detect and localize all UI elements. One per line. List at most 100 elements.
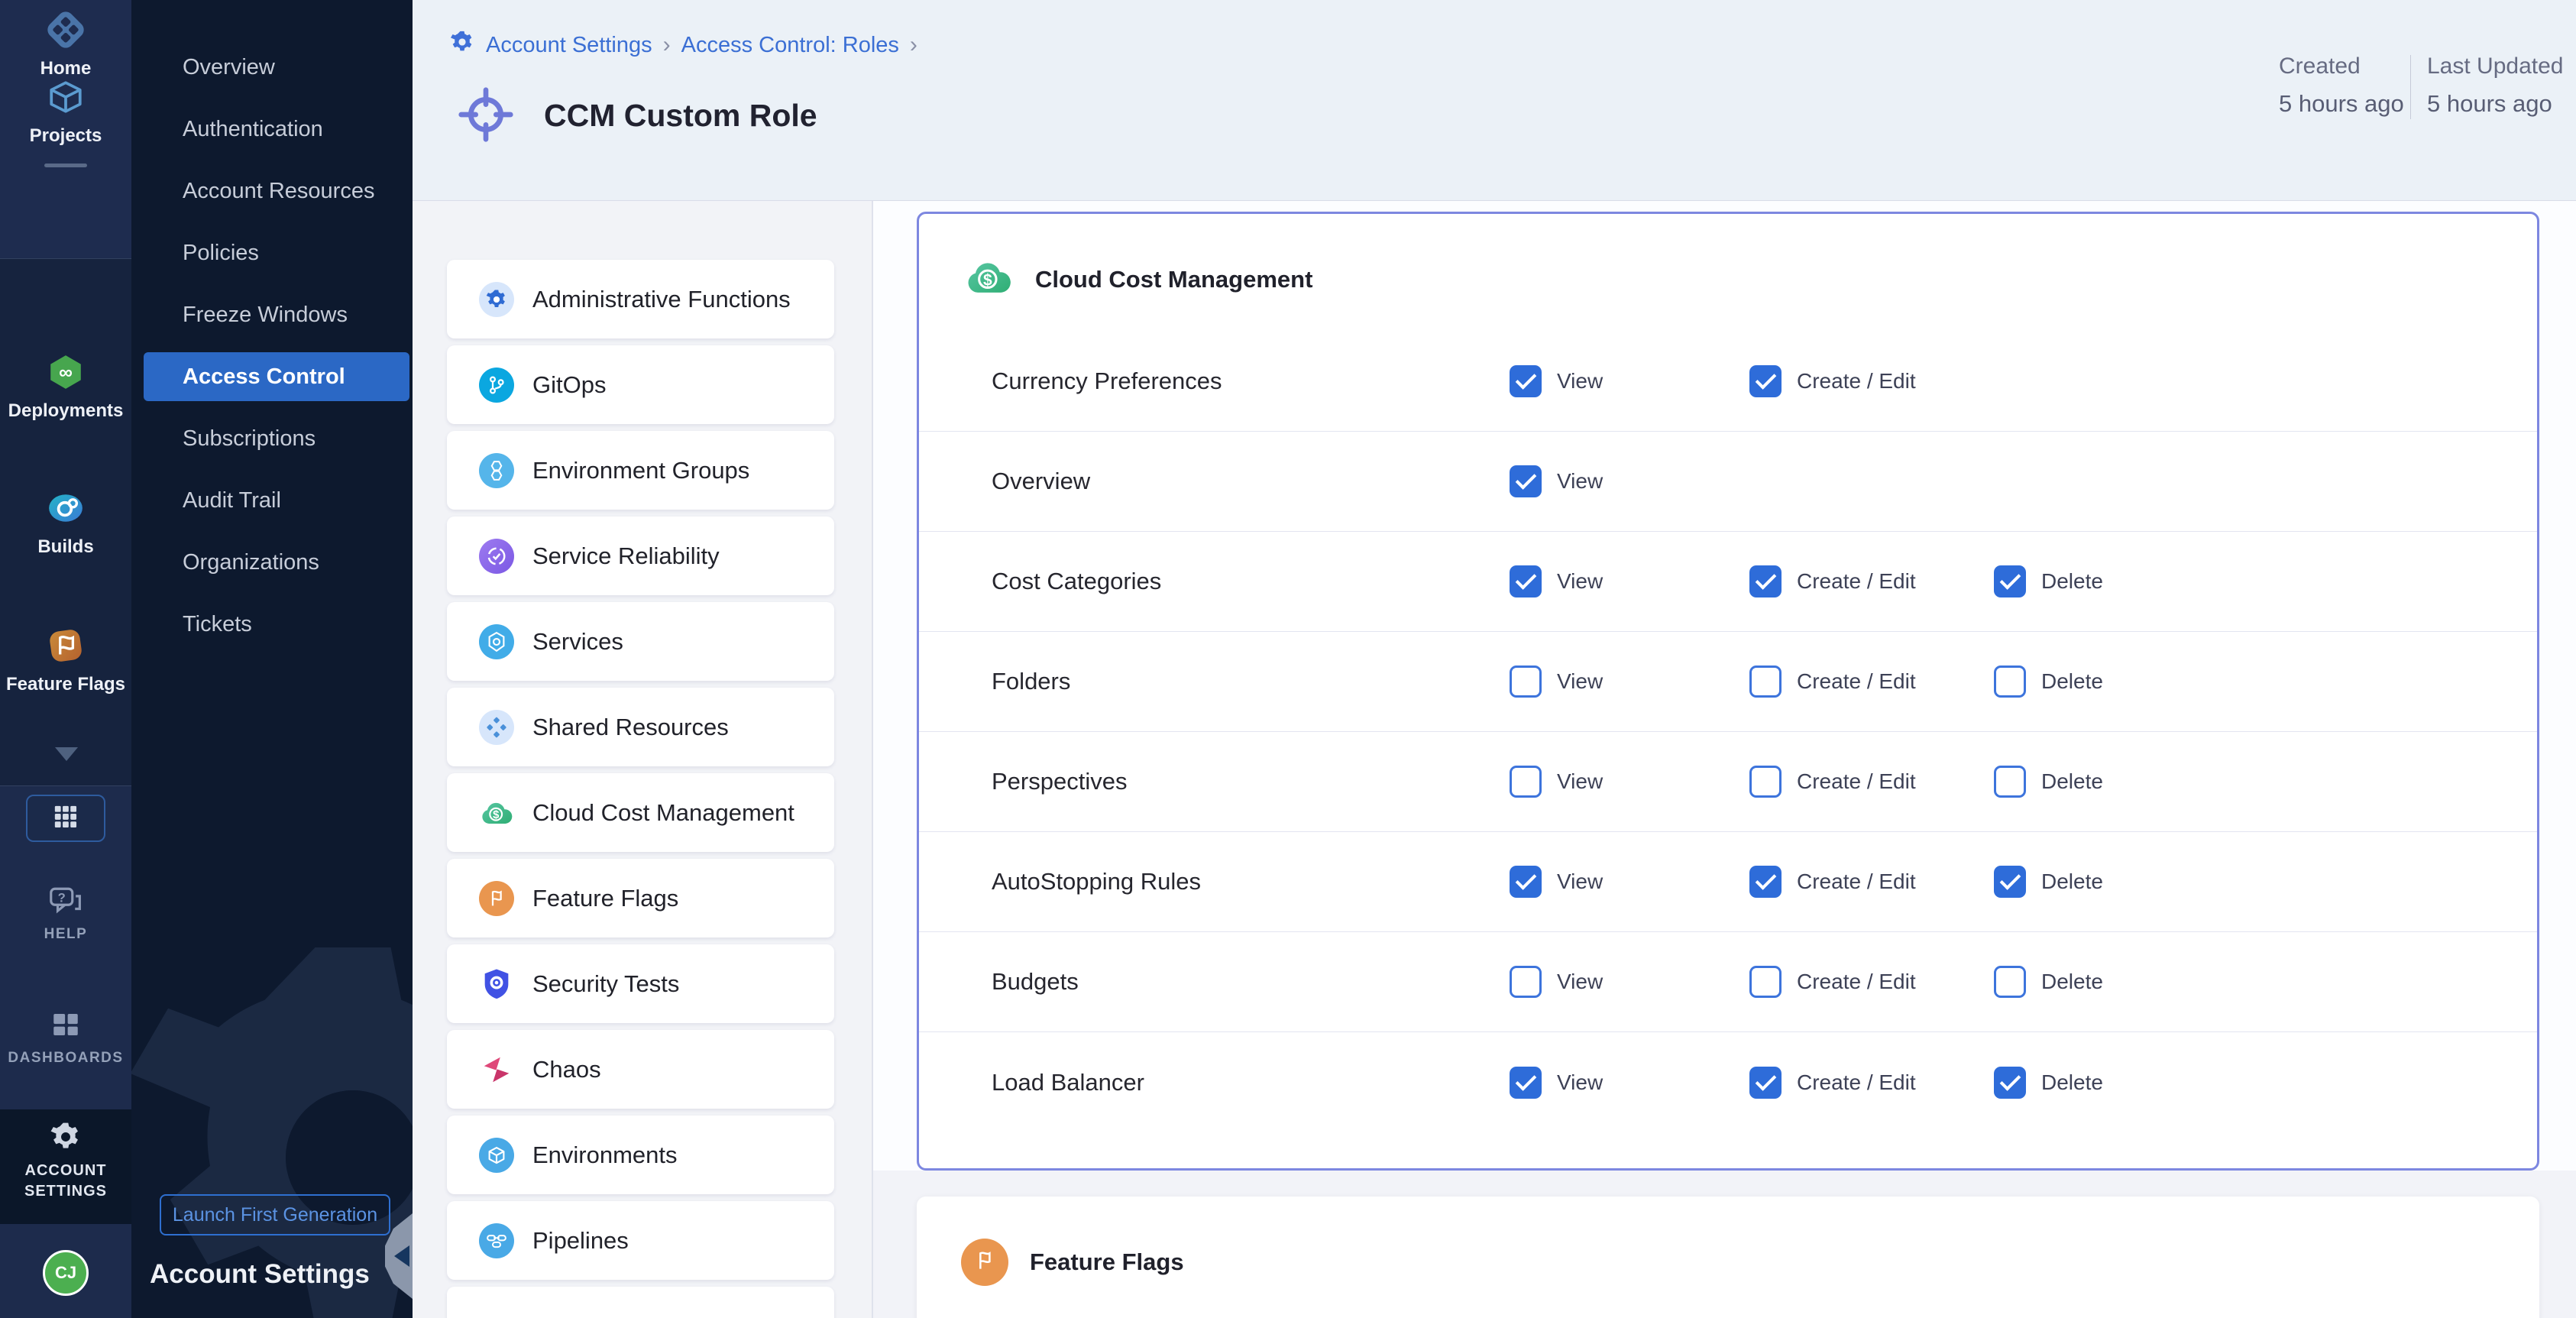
sidebar-item-organizations[interactable]: Organizations <box>131 532 413 594</box>
checked-checkbox[interactable] <box>1510 465 1542 497</box>
rail-item-projects[interactable]: Projects <box>0 78 131 147</box>
sidebar-item-tickets[interactable]: Tickets <box>131 594 413 656</box>
environment-groups-icon <box>479 453 514 488</box>
checked-checkbox[interactable] <box>1510 866 1542 898</box>
checked-checkbox[interactable] <box>1749 565 1782 597</box>
unchecked-checkbox[interactable] <box>1510 766 1542 798</box>
breadcrumb-link[interactable]: Account Settings <box>486 33 652 58</box>
cloud-dollar-icon: $ <box>963 256 1014 303</box>
unchecked-checkbox[interactable] <box>1994 766 2026 798</box>
sidebar-item-access-control[interactable]: Access Control <box>144 352 409 401</box>
resource-card-environment-groups[interactable]: Environment Groups <box>447 431 834 510</box>
resource-card-chaos[interactable]: Chaos <box>447 1030 834 1109</box>
permission-name: Currency Preferences <box>992 332 1222 431</box>
rail-item-builds[interactable]: Builds <box>0 489 131 558</box>
permission-name: Cost Categories <box>992 532 1161 631</box>
permission-check: Create / Edit <box>1749 532 1916 631</box>
deployments-hexagon-icon: ∞ <box>47 353 85 391</box>
rail-divider <box>0 785 131 786</box>
rail-item-home[interactable]: Home <box>0 11 131 79</box>
rail-divider <box>0 258 131 259</box>
permission-row-cost-categories: Cost CategoriesViewCreate / EditDelete <box>919 532 2537 632</box>
last-updated-label: Last Updated <box>2427 53 2563 79</box>
checkbox-label: Delete <box>2041 1070 2103 1095</box>
svg-text:$: $ <box>983 271 992 289</box>
rail-item-dashboards[interactable]: DASHBOARDS <box>0 1009 131 1067</box>
meta-divider <box>2410 55 2411 119</box>
rail-item-help[interactable]: ?HELP <box>0 885 131 943</box>
created-meta: Created 5 hours ago <box>2279 53 2404 118</box>
chevron-down-icon[interactable] <box>55 747 78 761</box>
checked-checkbox[interactable] <box>1994 1067 2026 1099</box>
unchecked-checkbox[interactable] <box>1510 966 1542 998</box>
checkbox-label: Create / Edit <box>1797 869 1916 894</box>
flag-icon <box>972 1248 998 1278</box>
checked-checkbox[interactable] <box>1749 365 1782 397</box>
resource-card-cloud-cost-management[interactable]: $Cloud Cost Management <box>447 773 834 852</box>
checked-checkbox[interactable] <box>1510 1067 1542 1099</box>
resource-card-shared-resources[interactable]: Shared Resources <box>447 688 834 766</box>
rail-item-label: Feature Flags <box>0 674 131 695</box>
resource-card-pipelines[interactable]: Pipelines <box>447 1201 834 1280</box>
resource-card-services[interactable]: Services <box>447 602 834 681</box>
permission-check: View <box>1510 932 1603 1031</box>
resource-card-administrative-functions[interactable]: Administrative Functions <box>447 260 834 338</box>
unchecked-checkbox[interactable] <box>1749 766 1782 798</box>
resource-card-label: Administrative Functions <box>532 286 791 313</box>
permission-check: View <box>1510 632 1603 731</box>
home-icon <box>47 11 85 49</box>
rail-item-deployments[interactable]: ∞Deployments <box>0 353 131 422</box>
rail-drag-handle[interactable] <box>44 164 87 167</box>
checked-checkbox[interactable] <box>1994 565 2026 597</box>
sidebar-item-authentication[interactable]: Authentication <box>131 99 413 160</box>
checked-checkbox[interactable] <box>1994 866 2026 898</box>
checkbox-label: Delete <box>2041 869 2103 894</box>
gear-icon <box>49 1147 83 1160</box>
unchecked-checkbox[interactable] <box>1510 665 1542 698</box>
sidebar-item-overview[interactable]: Overview <box>131 37 413 99</box>
checkbox-label: Create / Edit <box>1797 669 1916 694</box>
unchecked-checkbox[interactable] <box>1749 665 1782 698</box>
permission-check: Delete <box>1994 632 2103 731</box>
permission-name: Folders <box>992 632 1070 731</box>
checked-checkbox[interactable] <box>1510 365 1542 397</box>
resource-card-service-reliability[interactable]: Service Reliability <box>447 517 834 595</box>
resource-card-partial[interactable] <box>447 1287 834 1318</box>
checked-checkbox[interactable] <box>1749 866 1782 898</box>
section-title: Cloud Cost Management <box>1035 266 1312 293</box>
rail-item-label: Projects <box>0 125 131 147</box>
checked-checkbox[interactable] <box>1749 1067 1782 1099</box>
account-settings-label: SETTINGS <box>0 1181 131 1202</box>
sidebar-item-policies[interactable]: Policies <box>131 222 413 284</box>
section-title: Feature Flags <box>1030 1248 1184 1276</box>
rail-item-account-settings[interactable]: ACCOUNT SETTINGS <box>0 1109 131 1224</box>
unchecked-checkbox[interactable] <box>1994 966 2026 998</box>
shared-resources-icon <box>479 710 514 745</box>
module-selector-button[interactable] <box>26 795 105 842</box>
checked-checkbox[interactable] <box>1510 565 1542 597</box>
launch-first-generation-button[interactable]: Launch First Generation <box>160 1194 390 1235</box>
checkbox-label: Create / Edit <box>1797 569 1916 594</box>
shield-icon <box>479 967 514 1002</box>
avatar[interactable]: CJ <box>43 1250 89 1296</box>
resource-card-feature-flags[interactable]: Feature Flags <box>447 859 834 937</box>
sidebar-item-freeze-windows[interactable]: Freeze Windows <box>131 284 413 346</box>
resource-card-label: Services <box>532 628 623 656</box>
permission-check: View <box>1510 832 1603 931</box>
sidebar-item-account-resources[interactable]: Account Resources <box>131 160 413 222</box>
unchecked-checkbox[interactable] <box>1749 966 1782 998</box>
unchecked-checkbox[interactable] <box>1994 665 2026 698</box>
page-header: Account Settings›Access Control: Roles› … <box>413 0 2576 201</box>
resource-card-label: Feature Flags <box>532 885 678 912</box>
resource-card-gitops[interactable]: GitOps <box>447 345 834 424</box>
feature-flags-panel[interactable]: Feature Flags <box>917 1197 2539 1318</box>
resource-card-security-tests[interactable]: Security Tests <box>447 944 834 1023</box>
rail-item-featureflags[interactable]: Feature Flags <box>0 627 131 695</box>
flag-icon <box>479 881 514 916</box>
last-updated-meta: Last Updated 5 hours ago <box>2427 53 2563 118</box>
sidebar-item-audit-trail[interactable]: Audit Trail <box>131 470 413 532</box>
breadcrumb-link[interactable]: Access Control: Roles <box>681 33 899 58</box>
sidebar-item-subscriptions[interactable]: Subscriptions <box>131 408 413 470</box>
permission-check: Create / Edit <box>1749 832 1916 931</box>
resource-card-environments[interactable]: Environments <box>447 1116 834 1194</box>
